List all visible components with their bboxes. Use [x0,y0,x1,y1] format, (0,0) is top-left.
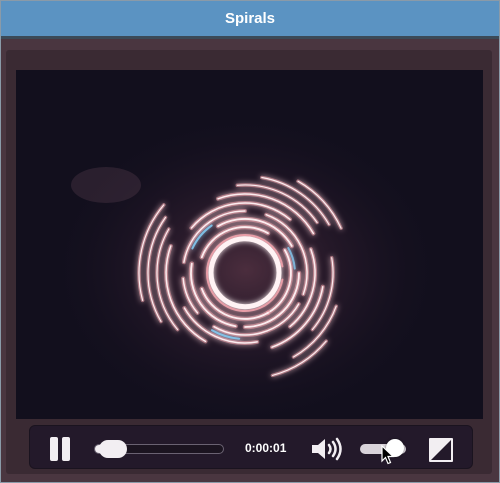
seek-handle[interactable] [98,440,127,458]
media-controls: 0:00:01 [29,425,473,469]
window-title: Spirals [224,10,276,27]
pause-icon [50,437,58,461]
pause-button[interactable] [48,437,72,461]
fullscreen-button[interactable] [428,437,454,463]
mute-button[interactable] [310,436,344,462]
mouse-pointer-icon [381,445,395,465]
title-bar: Spirals [1,1,499,39]
fullscreen-icon [429,438,453,462]
speaker-volume-icon [312,437,342,461]
spiral-animation [16,70,483,419]
elapsed-time: 0:00:01 [245,441,287,455]
seek-bar[interactable] [94,440,224,458]
video-viewport[interactable] [16,70,483,419]
